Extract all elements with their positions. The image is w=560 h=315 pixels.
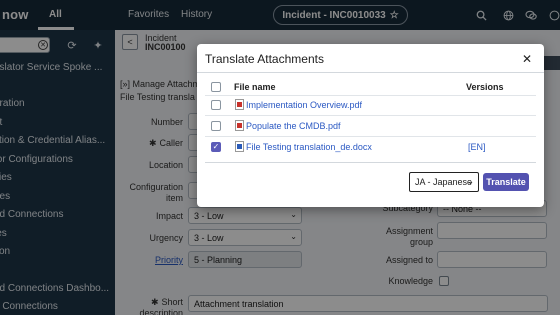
translate-attachments-modal: Translate Attachments ✕ File name Versio…	[197, 44, 544, 207]
attachment-file-link[interactable]: File Testing translation_de.docx	[246, 142, 372, 152]
row-checkbox[interactable]	[211, 100, 221, 110]
modal-title: Translate Attachments	[205, 52, 324, 66]
column-header-versions: Versions	[466, 82, 504, 92]
pdf-file-icon	[235, 120, 244, 131]
row-checkbox-checked[interactable]: ✓	[211, 142, 221, 152]
modal-divider	[197, 72, 544, 73]
attachment-file-link[interactable]: Populate the CMDB.pdf	[246, 121, 341, 131]
row-divider	[205, 95, 536, 96]
row-checkbox[interactable]	[211, 121, 221, 131]
close-icon[interactable]: ✕	[522, 52, 532, 66]
row-divider	[205, 136, 536, 137]
version-link[interactable]: [EN]	[468, 142, 486, 152]
attachment-file-link[interactable]: Implementation Overview.pdf	[246, 100, 362, 110]
doc-file-icon	[235, 141, 244, 152]
row-divider	[205, 115, 536, 116]
select-all-checkbox[interactable]	[211, 82, 221, 92]
language-select-value: JA - Japanese	[415, 177, 473, 187]
pdf-file-icon	[235, 99, 244, 110]
chevron-down-icon: ⌄	[467, 177, 474, 186]
column-header-file-name: File name	[234, 82, 276, 92]
footer-divider	[205, 162, 536, 163]
translate-button[interactable]: Translate	[483, 173, 529, 191]
language-select[interactable]: JA - Japanese ⌄	[409, 172, 479, 192]
